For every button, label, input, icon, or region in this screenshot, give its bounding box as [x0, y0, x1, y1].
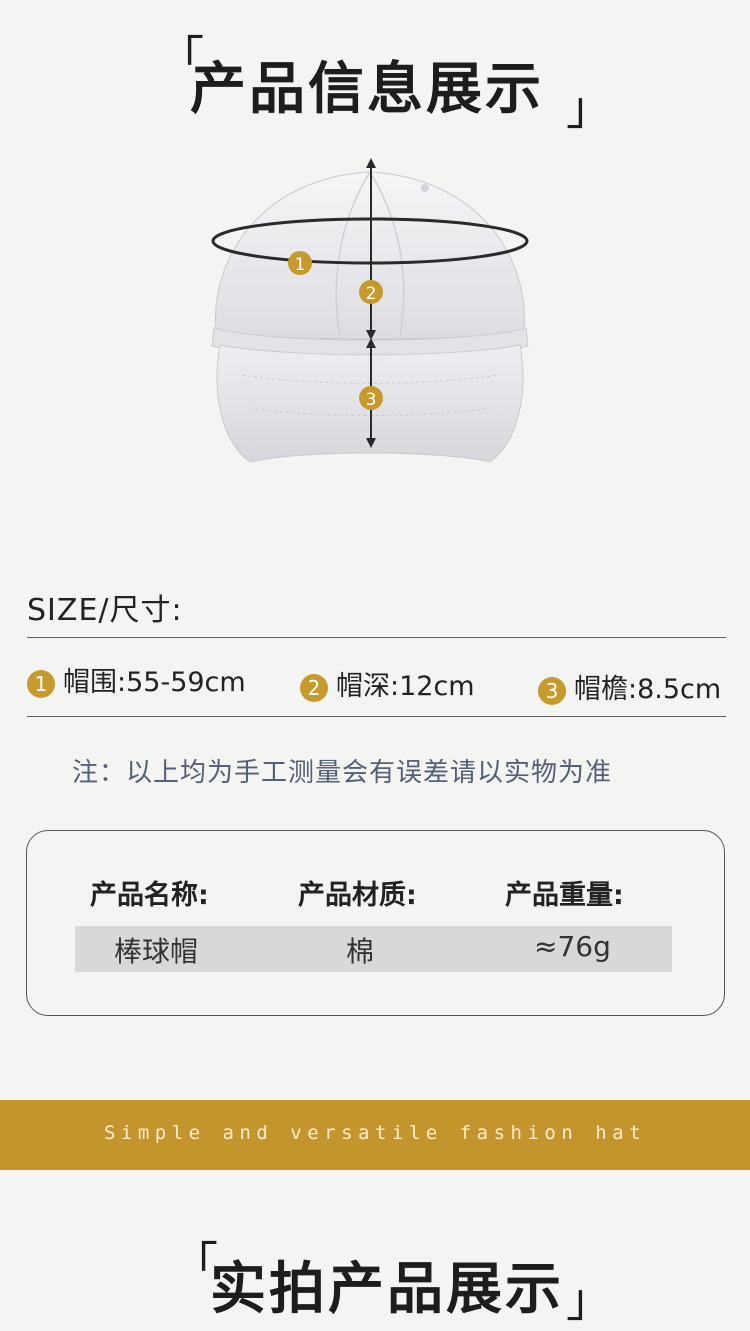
size-item-text: 帽深:12cm — [336, 671, 475, 702]
product-info-box — [26, 830, 725, 1016]
marker-1: 1 — [288, 251, 312, 275]
value-product-material: 棉 — [346, 935, 375, 968]
number-badge-2: 2 — [300, 673, 328, 702]
size-item-text: 帽檐:8.5cm — [574, 674, 722, 705]
header-product-weight: 产品重量: — [505, 880, 624, 911]
number-badge-1: 1 — [27, 669, 55, 698]
marker-1-label: 1 — [295, 255, 306, 275]
marker-2: 2 — [359, 280, 383, 304]
measurement-note: 注：以上均为手工测量会有误差请以实物为准 — [72, 758, 613, 788]
size-item-text: 帽围:55-59cm — [63, 667, 246, 698]
slogan-text: Simple and versatile fashion hat — [103, 1122, 647, 1144]
marker-3: 3 — [359, 386, 383, 410]
page-title: 产品信息展示 — [190, 57, 544, 122]
value-product-weight: ≈76g — [534, 930, 611, 963]
divider-top — [27, 637, 726, 638]
size-label: SIZE/尺寸: — [27, 593, 183, 628]
size-item-brim: 3 帽檐:8.5cm — [538, 667, 721, 706]
header-product-material: 产品材质: — [298, 880, 417, 911]
footer-close-bracket: 」 — [566, 1273, 612, 1327]
section-title-real-photos: 实拍产品展示 — [210, 1257, 564, 1322]
size-item-circumference: 1 帽围:55-59cm — [27, 660, 246, 699]
divider-bottom — [27, 716, 726, 717]
header-product-name: 产品名称: — [90, 880, 209, 911]
number-badge-3: 3 — [538, 676, 566, 705]
marker-2-label: 2 — [366, 284, 377, 304]
marker-3-label: 3 — [366, 390, 377, 410]
size-item-depth: 2 帽深:12cm — [300, 664, 475, 703]
value-product-name: 棒球帽 — [114, 935, 199, 968]
cap-measurement-diagram: 1 2 3 — [211, 158, 529, 463]
heading-close-bracket: 」 — [566, 81, 612, 135]
